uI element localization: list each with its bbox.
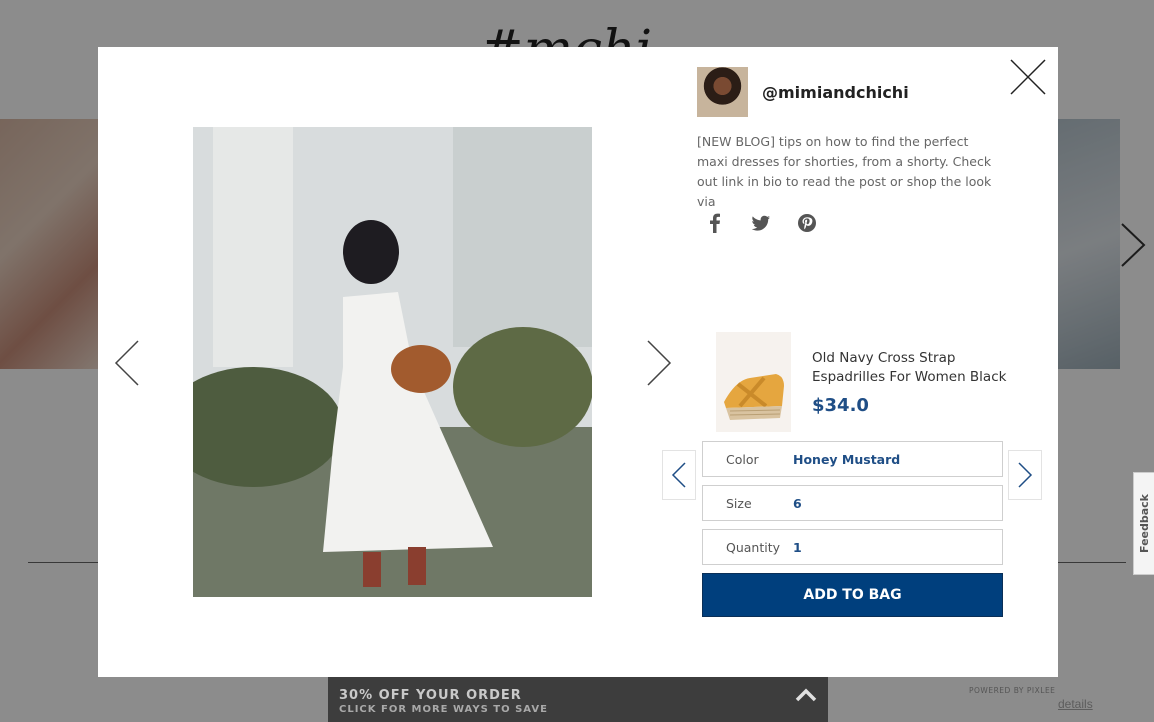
promo-title: 30% OFF YOUR ORDER [339,688,522,703]
share-bar [704,212,818,234]
chevron-right-icon [1018,462,1033,488]
previous-post-icon[interactable] [112,338,142,388]
next-post-icon[interactable] [644,338,674,388]
product-prev-button[interactable] [662,450,696,500]
post-photo [193,127,592,597]
powered-by-pixlee[interactable]: POWERED BY PIXLEE [969,686,1055,695]
color-label: Color [726,451,759,467]
post-caption: [NEW BLOG] tips on how to find the perfe… [697,134,992,209]
product-price: $34.0 [812,395,869,416]
quantity-select[interactable]: Quantity 1 [702,529,1003,565]
post-photo-illustration [193,127,592,597]
feedback-tab[interactable]: Feedback [1133,472,1154,575]
post-author[interactable]: @mimiandchichi [697,67,909,117]
product-modal: @mimiandchichi [NEW BLOG] tips on how to… [98,47,1058,695]
promo-subtitle: CLICK FOR MORE WAYS TO SAVE [339,704,548,715]
chevron-up-icon[interactable] [794,687,818,703]
quantity-label: Quantity [726,539,781,555]
color-value: Honey Mustard [793,451,901,467]
size-label: Size [726,495,752,511]
color-select[interactable]: Color Honey Mustard [702,441,1003,477]
promo-banner[interactable]: 30% OFF YOUR ORDER CLICK FOR MORE WAYS T… [328,677,828,722]
feedback-label: Feedback [1138,494,1151,553]
espadrille-illustration [724,374,784,420]
add-to-bag-button[interactable]: ADD TO BAG [702,573,1003,617]
pinterest-icon[interactable] [796,212,818,234]
close-icon[interactable] [1008,57,1048,97]
product-name[interactable]: Old Navy Cross Strap Espadrilles For Wom… [812,349,1012,387]
chevron-left-icon [671,462,686,488]
twitter-icon[interactable] [750,212,772,234]
username[interactable]: @mimiandchichi [762,83,909,102]
product-next-button[interactable] [1008,450,1042,500]
facebook-icon[interactable] [704,212,726,234]
avatar[interactable] [697,67,748,117]
quantity-value: 1 [793,539,802,555]
size-value: 6 [793,495,802,511]
size-select[interactable]: Size 6 [702,485,1003,521]
product-image[interactable] [716,332,791,432]
